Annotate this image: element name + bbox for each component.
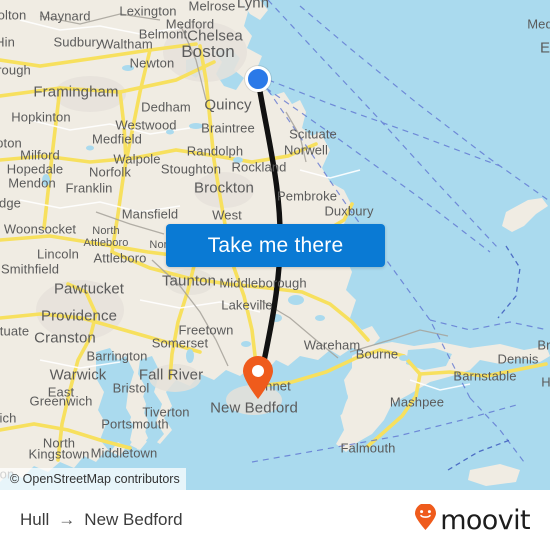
destination-marker-new-bedford[interactable]: [241, 356, 275, 400]
trip-origin-label: Hull: [20, 510, 50, 529]
origin-marker-hull[interactable]: [245, 66, 271, 92]
arrow-right-icon: →: [58, 510, 76, 529]
footer-bar: Hull → New Bedford moovit: [0, 490, 550, 550]
osm-attribution-text: © OpenStreetMap contributors: [10, 472, 180, 486]
trip-destination-label: New Bedford: [84, 510, 183, 529]
trip-summary: Hull → New Bedford: [20, 510, 183, 530]
map-canvas[interactable]: Lexington Melrose Lynn Maynard olton Medford M…: [0, 0, 550, 490]
osm-attribution[interactable]: © OpenStreetMap contributors: [0, 468, 186, 490]
moovit-wordmark: moovit: [440, 504, 530, 536]
moovit-logo[interactable]: moovit: [414, 503, 531, 536]
take-me-there-button[interactable]: Take me there: [166, 224, 385, 267]
moovit-pin-icon: [414, 503, 437, 536]
moovit-trip-map-screen: Lexington Melrose Lynn Maynard olton Medford M…: [0, 0, 550, 550]
